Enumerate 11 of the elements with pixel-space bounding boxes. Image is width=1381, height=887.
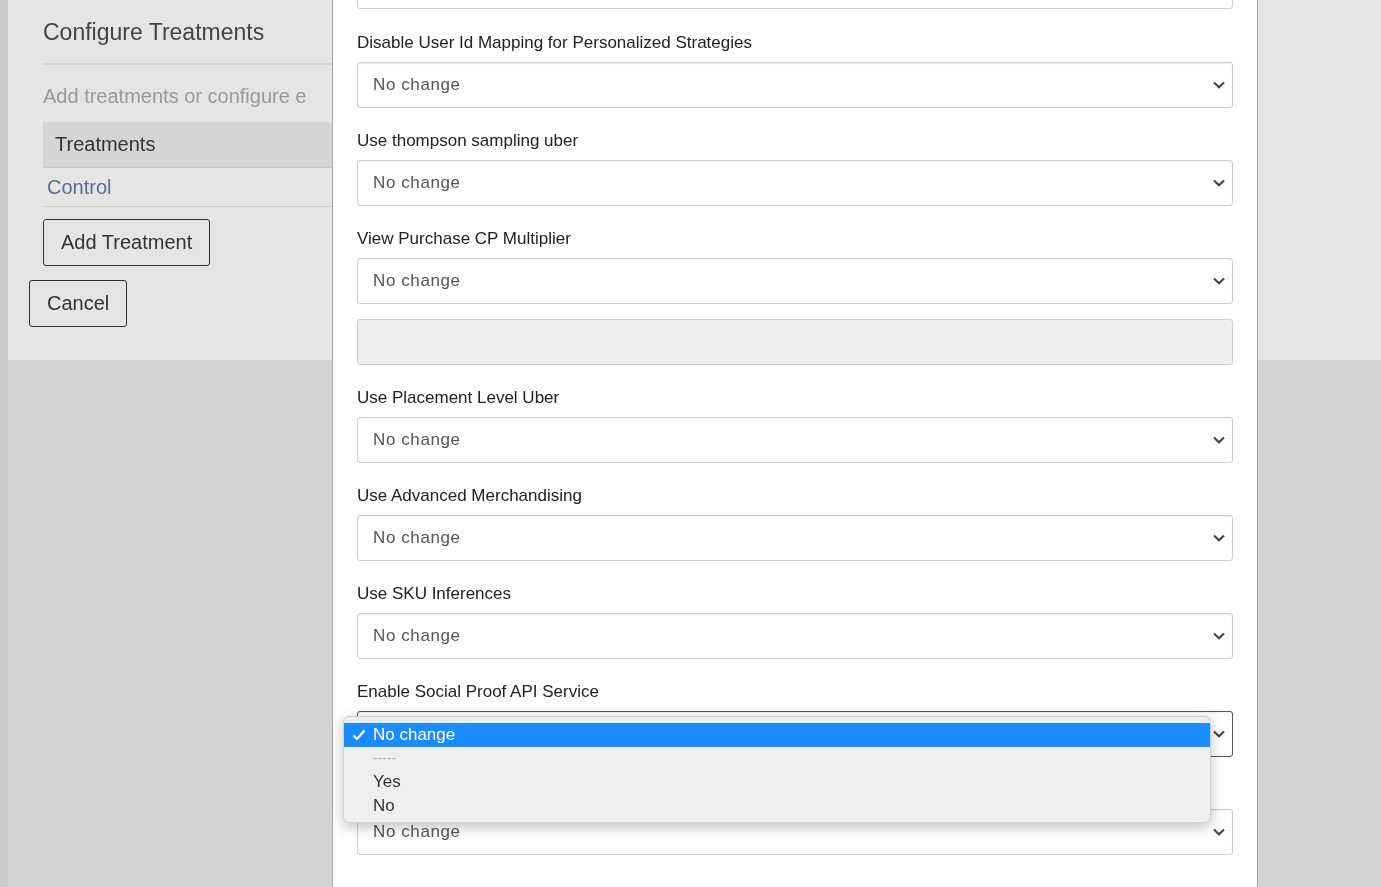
field-label: Disable User Id Mapping for Personalized Strategies bbox=[357, 32, 753, 54]
field-label: Use Placement Level Uber bbox=[357, 387, 561, 409]
field-label: Use Advanced Merchandising bbox=[357, 485, 583, 507]
page-description: Add treatments or configure e bbox=[43, 85, 307, 108]
field-label: Use SKU Inferences bbox=[357, 583, 512, 605]
field-label: Use thompson sampling uber bbox=[357, 130, 580, 152]
field-label: View Purchase CP Multiplier bbox=[357, 228, 572, 250]
table-header: Treatments bbox=[43, 122, 332, 168]
dropdown-option: ----- bbox=[344, 746, 1210, 770]
page-title: Configure Treatments bbox=[43, 19, 265, 46]
field-label: Enable Social Proof API Service bbox=[357, 681, 600, 703]
